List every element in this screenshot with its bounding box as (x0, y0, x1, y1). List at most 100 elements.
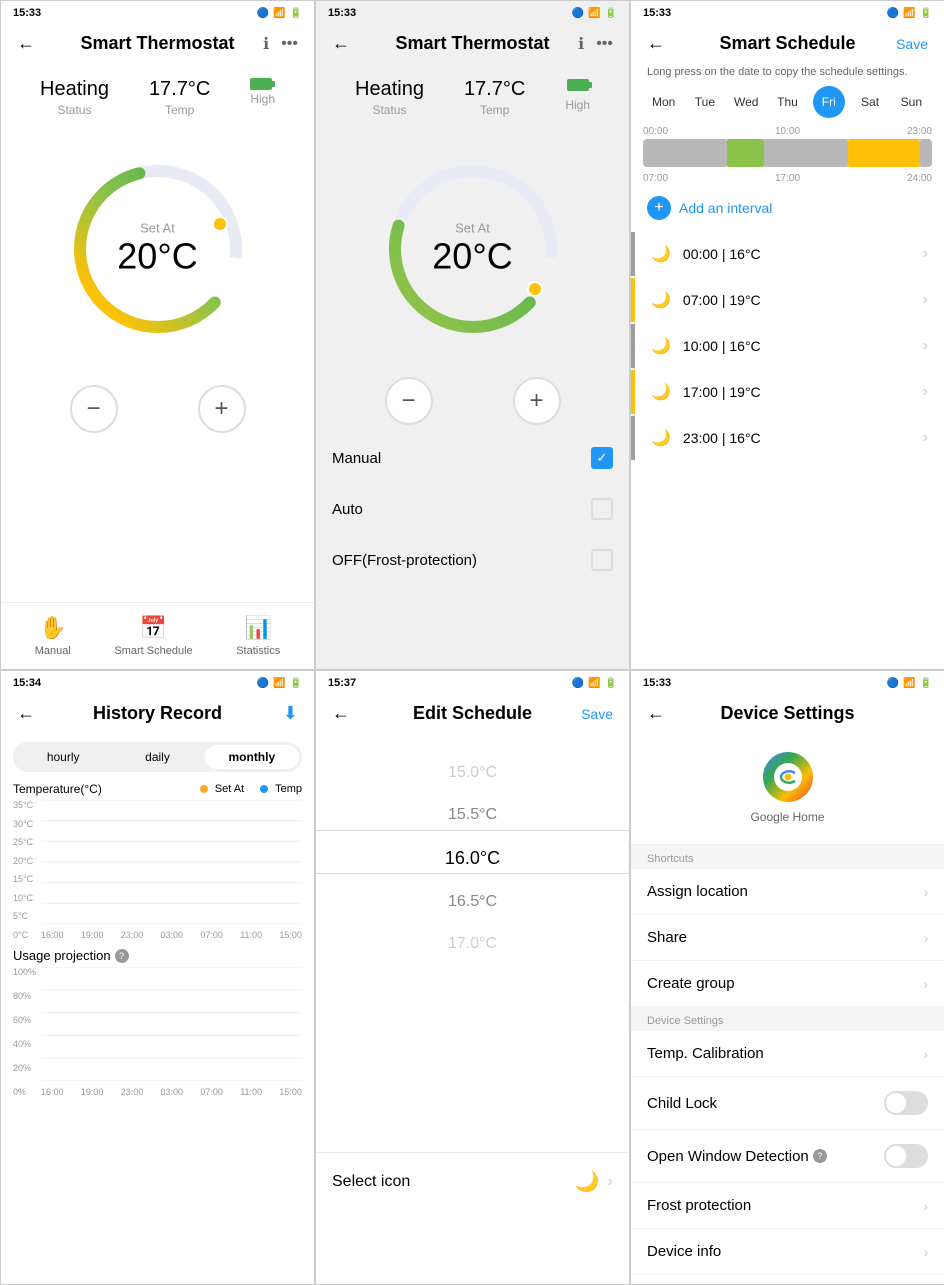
status-bar-1: 15:33 🔵 📶 🔋 (1, 1, 314, 25)
interval-1[interactable]: 🌙 07:00 | 19°C › (631, 278, 944, 322)
page-title-4: History Record (93, 703, 222, 724)
interval-moon-icon-3: 🌙 (651, 382, 671, 402)
interval-4[interactable]: 🌙 23:00 | 16°C › (631, 416, 944, 460)
set-at-legend-label: Set At (215, 783, 244, 795)
minus-button-2[interactable]: − (385, 377, 433, 425)
save-button-3[interactable]: Save (896, 36, 928, 52)
temp-picker[interactable]: 15.0°C 15.5°C 16.0°C 16.5°C 17.0°C (316, 752, 629, 952)
temp-170[interactable]: 17.0°C (316, 923, 629, 952)
frost-protection-item[interactable]: Frost protection › (631, 1183, 944, 1229)
y-35: 35°C (13, 800, 33, 810)
day-sat[interactable]: Sat (854, 86, 886, 118)
select-icon-chevron[interactable]: › (608, 1173, 613, 1191)
interval-time-4: 23:00 | 16°C (683, 430, 923, 446)
back-button-4[interactable]: ← (17, 703, 35, 724)
back-button-3[interactable]: ← (647, 33, 665, 54)
day-mon[interactable]: Mon (648, 86, 680, 118)
manual-label-1: Manual (35, 645, 71, 657)
share-item[interactable]: Share › (631, 915, 944, 961)
status-icons-4: 🔵 📶 🔋 (257, 678, 302, 689)
battery-icon-display (250, 78, 272, 90)
nav-stats-1[interactable]: 📊 Statistics (236, 615, 280, 657)
info-icon-1[interactable]: ℹ (263, 34, 269, 54)
day-thu[interactable]: Thu (771, 86, 803, 118)
back-button-6[interactable]: ← (647, 703, 665, 724)
temp-155[interactable]: 15.5°C (316, 794, 629, 836)
nav-schedule-1[interactable]: 📅 Smart Schedule (114, 615, 192, 657)
time-scale-mid: 10:00 (775, 126, 800, 137)
download-button[interactable]: ⬇ (283, 703, 298, 724)
mode-frost-label: OFF(Frost-protection) (332, 552, 477, 569)
window-detection-item[interactable]: Open Window Detection ? (631, 1130, 944, 1183)
nav-manual-1[interactable]: ✋ Manual (35, 615, 71, 657)
interval-time-3: 17:00 | 19°C (683, 384, 923, 400)
time-4: 15:34 (13, 677, 41, 689)
mode-auto[interactable]: Auto (332, 484, 613, 535)
device-info-item[interactable]: Device info › (631, 1229, 944, 1275)
temp-165[interactable]: 16.5°C (316, 881, 629, 923)
plus-button-1[interactable]: + (198, 385, 246, 433)
tab-daily[interactable]: daily (110, 745, 204, 769)
more-icon-1[interactable]: ••• (281, 35, 298, 53)
temp-calibration-chevron: › (923, 1046, 928, 1062)
time-labels: 07:00 17:00 24:00 (631, 171, 944, 186)
plus-button-2[interactable]: + (513, 377, 561, 425)
intervals-list: 🌙 00:00 | 16°C › 🌙 07:00 | 19°C › 🌙 10:0… (631, 232, 944, 460)
tab-hourly[interactable]: hourly (16, 745, 110, 769)
select-icon-row: Select icon 🌙 › (316, 1152, 629, 1210)
add-interval-btn[interactable]: + Add an interval (631, 186, 944, 230)
wifi-icon: 📶 (273, 8, 285, 19)
auto-checkbox[interactable] (591, 498, 613, 520)
bottom-nav-1: ✋ Manual 📅 Smart Schedule 📊 Statistics (1, 602, 314, 669)
tab-monthly[interactable]: monthly (205, 745, 299, 769)
back-button-1[interactable]: ← (17, 33, 35, 54)
window-detection-info-icon[interactable]: ? (813, 1149, 827, 1163)
usage-info-icon[interactable]: ? (115, 949, 129, 963)
save-button-5[interactable]: Save (581, 706, 613, 722)
screen-thermostat-2: 15:33 🔵 📶 🔋 ← Smart Thermostat ℹ ••• Hea… (315, 0, 630, 670)
mode-frost[interactable]: OFF(Frost-protection) (332, 535, 613, 586)
child-lock-toggle[interactable] (884, 1091, 928, 1115)
day-sun[interactable]: Sun (895, 86, 927, 118)
assign-location-item[interactable]: Assign location › (631, 869, 944, 915)
temp-calibration-item[interactable]: Temp. Calibration › (631, 1031, 944, 1077)
day-wed[interactable]: Wed (730, 86, 762, 118)
info-icon-2[interactable]: ℹ (578, 34, 584, 54)
usage-title-text: Usage projection (13, 948, 111, 963)
nav-bar-5: ← Edit Schedule Save (316, 695, 629, 732)
interval-time-0: 00:00 | 16°C (683, 246, 923, 262)
status-bar-4: 15:34 🔵 📶 🔋 (1, 671, 314, 695)
child-lock-item[interactable]: Child Lock (631, 1077, 944, 1130)
status-bar-6: 15:33 🔵 📶 🔋 (631, 671, 944, 695)
time-1: 15:33 (13, 7, 41, 19)
page-title-5: Edit Schedule (413, 703, 532, 724)
back-button-2[interactable]: ← (332, 33, 350, 54)
interval-0[interactable]: 🌙 00:00 | 16°C › (631, 232, 944, 276)
create-group-item[interactable]: Create group › (631, 961, 944, 1007)
manual-checkbox[interactable]: ✓ (591, 447, 613, 469)
shortcuts-header: Shortcuts (631, 845, 944, 869)
back-button-5[interactable]: ← (332, 703, 350, 724)
screen-edit-schedule: 15:37 🔵 📶 🔋 ← Edit Schedule Save 15.0°C … (315, 670, 630, 1285)
minus-button-1[interactable]: − (70, 385, 118, 433)
bluetooth-icon: 🔵 (257, 8, 269, 19)
temp-150[interactable]: 15.0°C (316, 752, 629, 794)
window-detection-toggle[interactable] (884, 1144, 928, 1168)
temp-160[interactable]: 16.0°C (316, 836, 629, 881)
interval-3[interactable]: 🌙 17:00 | 19°C › (631, 370, 944, 414)
interval-2[interactable]: 🌙 10:00 | 16°C › (631, 324, 944, 368)
interval-time-1: 07:00 | 19°C (683, 292, 923, 308)
day-fri[interactable]: Fri (813, 86, 845, 118)
temp-dot (260, 785, 268, 793)
temp-calibration-label: Temp. Calibration (647, 1045, 764, 1062)
wifi-icon-3: 📶 (903, 8, 915, 19)
moon-icon-select: 🌙 (575, 1169, 600, 1194)
schedule-label-1: Smart Schedule (114, 645, 192, 657)
mode-manual[interactable]: Manual ✓ (332, 433, 613, 484)
day-tue[interactable]: Tue (689, 86, 721, 118)
time-scale-start: 00:00 (643, 126, 668, 137)
tab-bar: hourly daily monthly (13, 742, 302, 772)
more-icon-2[interactable]: ••• (596, 35, 613, 53)
google-home-icon[interactable] (763, 752, 813, 802)
frost-checkbox[interactable] (591, 549, 613, 571)
